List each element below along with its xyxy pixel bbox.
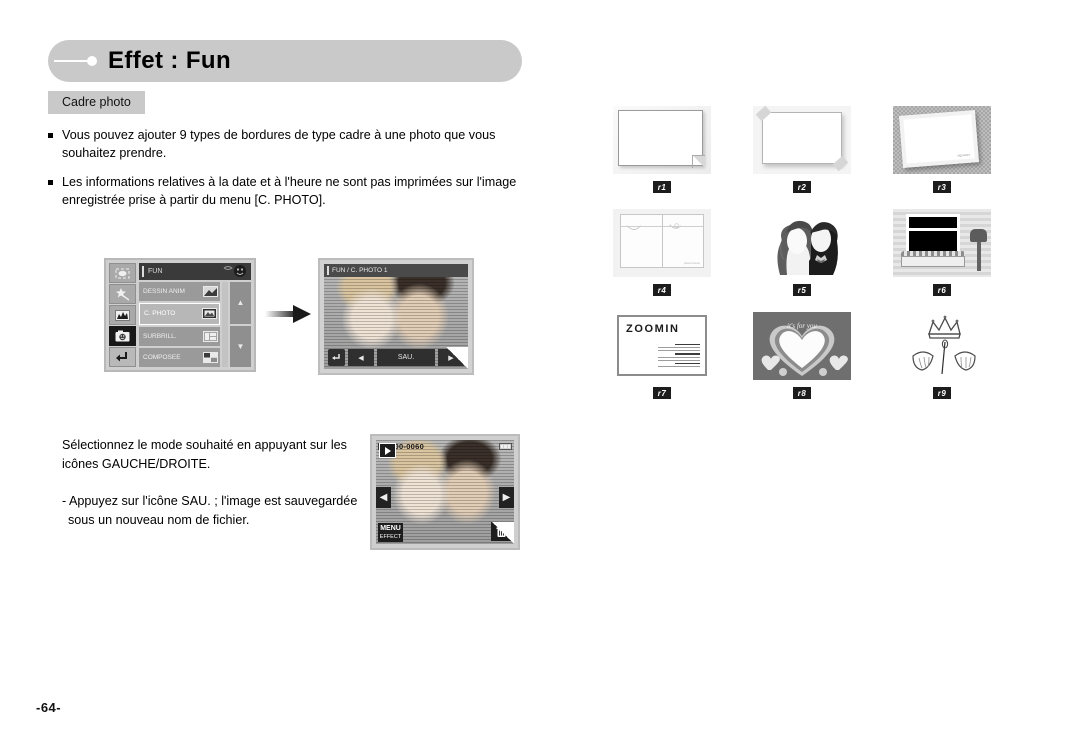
- prev-button[interactable]: ◀: [376, 486, 391, 508]
- next-button[interactable]: ▶: [499, 486, 514, 508]
- battery-icon: [499, 442, 512, 450]
- menu-title-bar: FUN: [139, 263, 251, 280]
- corner-fold-decoration: [492, 522, 514, 544]
- bullet-text: Vous pouvez ajouter 9 types de bordures …: [62, 128, 496, 160]
- menu-label: MENU: [380, 524, 401, 532]
- frame-sample-r3[interactable]: signature r3: [872, 106, 1012, 193]
- transition-arrow-icon: [265, 305, 311, 323]
- menu-item-list: DESSIN ANIM C. PHOTO SURBRILL. COMPOSEE: [139, 282, 220, 367]
- frame-sample-r8[interactable]: it's for you r8: [732, 312, 872, 399]
- frame-icon[interactable]: [109, 263, 136, 283]
- photo-frame-icon: [202, 308, 217, 320]
- menu-item-label: SURBRILL.: [143, 332, 177, 340]
- frame-row: r1 r2 signature r3: [592, 105, 1012, 193]
- frame-art-r3: signature: [893, 106, 991, 174]
- square-bullet-icon: [48, 133, 53, 138]
- frame-art-r7: ZOOMIN: [613, 312, 711, 380]
- frame-art-r2: [753, 105, 851, 174]
- frame-art-r8: it's for you: [753, 312, 851, 380]
- menu-item-dessin-anim[interactable]: DESSIN ANIM: [139, 282, 220, 302]
- frame-row: ZOOMIN r7 it's for you r8 r9: [592, 312, 1012, 399]
- play-mode-icon[interactable]: [379, 443, 396, 458]
- menu-item-label: COMPOSEE: [143, 353, 181, 361]
- bullet-list: Vous pouvez ajouter 9 types de bordures …: [48, 126, 518, 220]
- camera-menu-screenshot: FUN DESSIN ANIM C. PHOTO SURBRILL. COMPO…: [104, 258, 256, 372]
- fun-face-icon: [223, 265, 246, 277]
- magic-wand-icon[interactable]: [109, 284, 136, 304]
- menu-item-label: DESSIN ANIM: [143, 288, 185, 296]
- frame-tag: r6: [932, 284, 952, 296]
- menu-scroll-arrows: ▲ ▼: [230, 282, 251, 367]
- section-tag: Cadre photo: [48, 91, 145, 114]
- frame-tag: r1: [652, 181, 672, 193]
- frame-art-r4: photo frame: [613, 209, 711, 277]
- menu-panel: FUN DESSIN ANIM C. PHOTO SURBRILL. COMPO…: [139, 263, 251, 367]
- menu-item-label: C. PHOTO: [144, 310, 176, 318]
- return-arrow-icon[interactable]: [109, 347, 136, 367]
- smiley-photo-icon[interactable]: [109, 326, 136, 346]
- line-dot-icon: [54, 55, 104, 67]
- zoomin-text: ZOOMIN: [626, 323, 680, 335]
- frame-tag: r8: [792, 387, 812, 399]
- square-bullet-icon: [48, 180, 53, 185]
- frame-art-r5: [753, 209, 851, 277]
- playback-status-bar: 100-0060: [376, 440, 514, 452]
- composite-icon: [203, 351, 218, 363]
- frame-sample-r5[interactable]: r5: [732, 209, 872, 296]
- preview-title-bar: FUN / C. PHOTO 1: [324, 264, 468, 277]
- menu-title: FUN: [148, 268, 163, 275]
- frame-art-r1: [613, 106, 711, 174]
- list-item: Les informations relatives à la date et …: [48, 173, 518, 209]
- save-button[interactable]: SAU.: [377, 349, 435, 366]
- preview-title: FUN / C. PHOTO 1: [332, 267, 388, 274]
- frame-tag: r3: [932, 181, 952, 193]
- scroll-up-icon[interactable]: ▲: [230, 282, 251, 324]
- camera-preview-screenshot: FUN / C. PHOTO 1 ◀ SAU. ▶: [318, 258, 474, 375]
- corner-fold-decoration: [446, 347, 468, 369]
- page-title: Effet : Fun: [108, 47, 232, 74]
- image-histogram-icon[interactable]: [109, 305, 136, 325]
- instructions-block: Sélectionnez le mode souhaité en appuyan…: [62, 436, 362, 530]
- menu-item-surbrill[interactable]: SURBRILL.: [139, 326, 220, 346]
- menu-body: DESSIN ANIM C. PHOTO SURBRILL. COMPOSEE …: [139, 282, 251, 367]
- effect-label: EFFECT: [379, 533, 402, 540]
- page-header: Effet : Fun: [48, 40, 522, 82]
- frame-tag: r4: [652, 284, 672, 296]
- frame-tag: r2: [792, 181, 812, 193]
- heart-caption: it's for you: [787, 322, 817, 330]
- page-number: -64-: [36, 700, 62, 715]
- menu-item-c-photo[interactable]: C. PHOTO: [139, 303, 220, 325]
- frame-row: photo frame r4 r5 r6: [592, 209, 1012, 296]
- bullet-text: Les informations relatives à la date et …: [62, 175, 517, 207]
- return-arrow-icon[interactable]: [328, 349, 345, 366]
- frame-sample-r4[interactable]: photo frame r4: [592, 209, 732, 296]
- menu-side-iconbar: [109, 263, 136, 367]
- menu-item-composee[interactable]: COMPOSEE: [139, 347, 220, 367]
- frame-sample-r2[interactable]: r2: [732, 105, 872, 193]
- frame-sample-r7[interactable]: ZOOMIN r7: [592, 312, 732, 399]
- frame-art-r9: [893, 312, 991, 380]
- camera-playback-screenshot: 100-0060 ◀ ▶ MENU EFFECT: [370, 434, 520, 550]
- instruction-paragraph-1: Sélectionnez le mode souhaité en appuyan…: [62, 438, 347, 471]
- manual-page: Effet : Fun Cadre photo Vous pouvez ajou…: [0, 0, 1080, 746]
- frame-sample-r1[interactable]: r1: [592, 106, 732, 193]
- frame-tag: r7: [652, 387, 672, 399]
- menu-scrollbar[interactable]: [222, 282, 228, 367]
- frame-art-r6: [893, 209, 991, 277]
- instruction-paragraph-2: - Appuyez sur l'icône SAU. ; l'image est…: [62, 494, 358, 527]
- frame-samples-grid: r1 r2 signature r3 photo frame r4 r5 r6 …: [592, 105, 1012, 415]
- highlight-icon: [203, 330, 218, 342]
- frame-sample-r9[interactable]: r9: [872, 312, 1012, 399]
- prev-button[interactable]: ◀: [348, 349, 374, 366]
- cartoon-icon: [203, 286, 218, 298]
- menu-effect-button[interactable]: MENU EFFECT: [378, 523, 403, 542]
- frame-tag: r5: [792, 284, 812, 296]
- scroll-down-icon[interactable]: ▼: [230, 325, 251, 367]
- frame-sample-r6[interactable]: r6: [872, 209, 1012, 296]
- frame-tag: r9: [932, 387, 952, 399]
- list-item: Vous pouvez ajouter 9 types de bordures …: [48, 126, 518, 162]
